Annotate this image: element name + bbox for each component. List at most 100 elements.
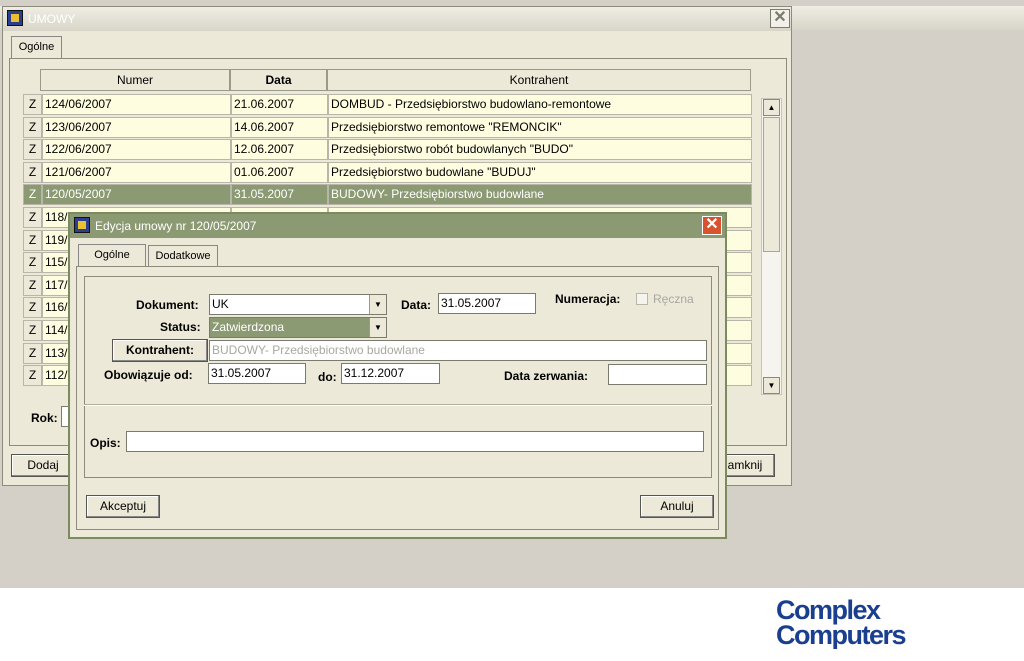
cell-kontrahent: Przedsiębiorstwo budowlane "BUDUJ" (328, 162, 752, 183)
cell-numer: 121/06/2007 (42, 162, 231, 183)
close-button-label: amknij (727, 458, 763, 472)
table-row[interactable]: Z 123/06/2007 14.06.2007 Przedsiębiorstwo r… (23, 117, 754, 139)
do-field[interactable]: 31.12.2007 (341, 363, 440, 384)
status-label: Status: (160, 320, 201, 334)
kontrahent-field[interactable]: BUDOWY- Przedsiębiorstwo budowlane (209, 340, 707, 361)
logo-line-2: Computers (776, 620, 905, 649)
cell-kontrahent: Przedsiębiorstwo robót budowlanych "BUDO… (328, 139, 752, 160)
company-logo: Complex Computers (774, 597, 1014, 649)
cell-flag: Z (23, 117, 42, 138)
cell-flag: Z (23, 252, 42, 273)
column-header-data-label: Data (265, 73, 292, 87)
tab-general[interactable]: Ogólne (11, 36, 62, 59)
opis-field[interactable] (126, 431, 704, 452)
do-label: do: (318, 370, 337, 384)
tab-general-label: Ogólne (18, 41, 55, 53)
cell-data: 12.06.2007 (231, 139, 328, 160)
status-dropdown-arrow-icon[interactable]: ▼ (369, 318, 386, 337)
column-header-numer[interactable]: Numer (40, 69, 230, 91)
cell-flag: Z (23, 230, 42, 251)
cell-numer: 120/05/2007 (42, 184, 231, 205)
contracts-window-titlebar[interactable]: UMOWY ✕ (3, 7, 791, 31)
dokument-label: Dokument: (136, 298, 199, 312)
status-value: Zatwierdzona (212, 320, 285, 334)
scroll-up-glyph: ▲ (767, 103, 776, 112)
table-row[interactable]: Z 122/06/2007 12.06.2007 Przedsiębiorstwo r… (23, 139, 754, 161)
column-header-kontrahent-label: Kontrahent (509, 73, 569, 87)
add-button[interactable]: Dodaj (11, 454, 75, 477)
cancel-button[interactable]: Anuluj (640, 495, 714, 518)
dialog-titlebar[interactable]: Edycja umowy nr 120/05/2007 ✕ (70, 214, 725, 238)
do-value: 31.12.2007 (344, 366, 405, 380)
dialog-tab-additional[interactable]: Dodatkowe (148, 245, 218, 266)
data-zerwania-label: Data zerwania: (504, 369, 589, 383)
cell-flag: Z (23, 184, 42, 205)
dokument-value: UK (212, 297, 229, 311)
dokument-dropdown-arrow-icon[interactable]: ▼ (369, 295, 386, 314)
table-row[interactable]: Z 121/06/2007 01.06.2007 Przedsiębiorstwo b… (23, 162, 754, 184)
column-header-kontrahent[interactable]: Kontrahent (327, 69, 751, 91)
cell-kontrahent: BUDOWY- Przedsiębiorstwo budowlane (328, 184, 752, 205)
scroll-up-arrow-icon[interactable]: ▲ (763, 99, 780, 116)
kontrahent-button-label: Kontrahent: (126, 343, 194, 357)
close-window-button[interactable]: ✕ (770, 9, 790, 28)
kontrahent-value: BUDOWY- Przedsiębiorstwo budowlane (212, 343, 425, 357)
dialog-tab-general-label: Ogólne (94, 249, 130, 261)
dialog-app-icon (74, 217, 90, 233)
cell-flag: Z (23, 365, 42, 386)
accept-button-label: Akceptuj (99, 499, 147, 513)
cell-flag: Z (23, 275, 42, 296)
accept-button[interactable]: Akceptuj (86, 495, 160, 518)
edit-contract-dialog: Edycja umowy nr 120/05/2007 ✕ Ogólne Dod… (68, 212, 727, 539)
cell-data: 21.06.2007 (231, 94, 328, 115)
cell-flag: Z (23, 207, 42, 228)
window-title: UMOWY (28, 12, 76, 26)
data-value: 31.05.2007 (441, 296, 502, 310)
column-header-numer-label: Numer (116, 73, 153, 87)
cell-data: 31.05.2007 (231, 184, 328, 205)
cell-flag: Z (23, 162, 42, 183)
kontrahent-button[interactable]: Kontrahent: (112, 339, 208, 362)
obowiazuje-field[interactable]: 31.05.2007 (208, 363, 306, 384)
scroll-down-glyph: ▼ (767, 381, 776, 390)
column-header-data[interactable]: Data (230, 69, 327, 91)
obowiazuje-label: Obowiązuje od: (104, 368, 193, 382)
add-button-label: Dodaj (27, 458, 59, 472)
grid-vertical-scrollbar[interactable]: ▲ ▼ (761, 98, 782, 395)
rok-label: Rok: (31, 411, 58, 425)
cell-data: 01.06.2007 (231, 162, 328, 183)
cancel-button-label: Anuluj (660, 499, 694, 513)
reczna-label: Ręczna (653, 292, 694, 306)
logo-wordmark: Complex Computers (776, 597, 907, 649)
data-label: Data: (401, 298, 432, 312)
table-row[interactable]: Z 124/06/2007 21.06.2007 DOMBUD - Przedsięb… (23, 94, 754, 116)
obowiazuje-value: 31.05.2007 (211, 366, 272, 380)
cell-numer: 124/06/2007 (42, 94, 231, 115)
cell-kontrahent: Przedsiębiorstwo remontowe "REMONCIK" (328, 117, 752, 138)
cell-kontrahent: DOMBUD - Przedsiębiorstwo budowlano-remo… (328, 94, 752, 115)
cell-data: 14.06.2007 (231, 117, 328, 138)
cell-flag: Z (23, 343, 42, 364)
dialog-tab-general[interactable]: Ogólne (78, 244, 146, 267)
data-zerwania-field[interactable] (608, 364, 707, 385)
numeracja-label: Numeracja: (555, 292, 621, 306)
scroll-down-arrow-icon[interactable]: ▼ (763, 377, 780, 394)
dialog-close-button[interactable]: ✕ (702, 216, 722, 235)
table-row[interactable]: Z 120/05/2007 31.05.2007 BUDOWY- Przedsiębi… (23, 184, 754, 206)
status-dropdown[interactable]: Zatwierdzona ▼ (209, 317, 387, 338)
dokument-dropdown[interactable]: UK ▼ (209, 294, 387, 315)
scrollbar-thumb[interactable] (763, 117, 780, 252)
cell-flag: Z (23, 320, 42, 341)
cell-flag: Z (23, 297, 42, 318)
cell-flag: Z (23, 94, 42, 115)
data-field[interactable]: 31.05.2007 (438, 293, 536, 314)
dialog-title: Edycja umowy nr 120/05/2007 (95, 219, 257, 233)
dialog-tab-additional-label: Dodatkowe (155, 250, 211, 262)
cell-numer: 123/06/2007 (42, 117, 231, 138)
app-icon (7, 10, 23, 26)
cell-numer: 122/06/2007 (42, 139, 231, 160)
cell-flag: Z (23, 139, 42, 160)
opis-label: Opis: (90, 436, 121, 450)
dialog-divider (84, 404, 712, 406)
reczna-checkbox[interactable] (636, 293, 648, 305)
